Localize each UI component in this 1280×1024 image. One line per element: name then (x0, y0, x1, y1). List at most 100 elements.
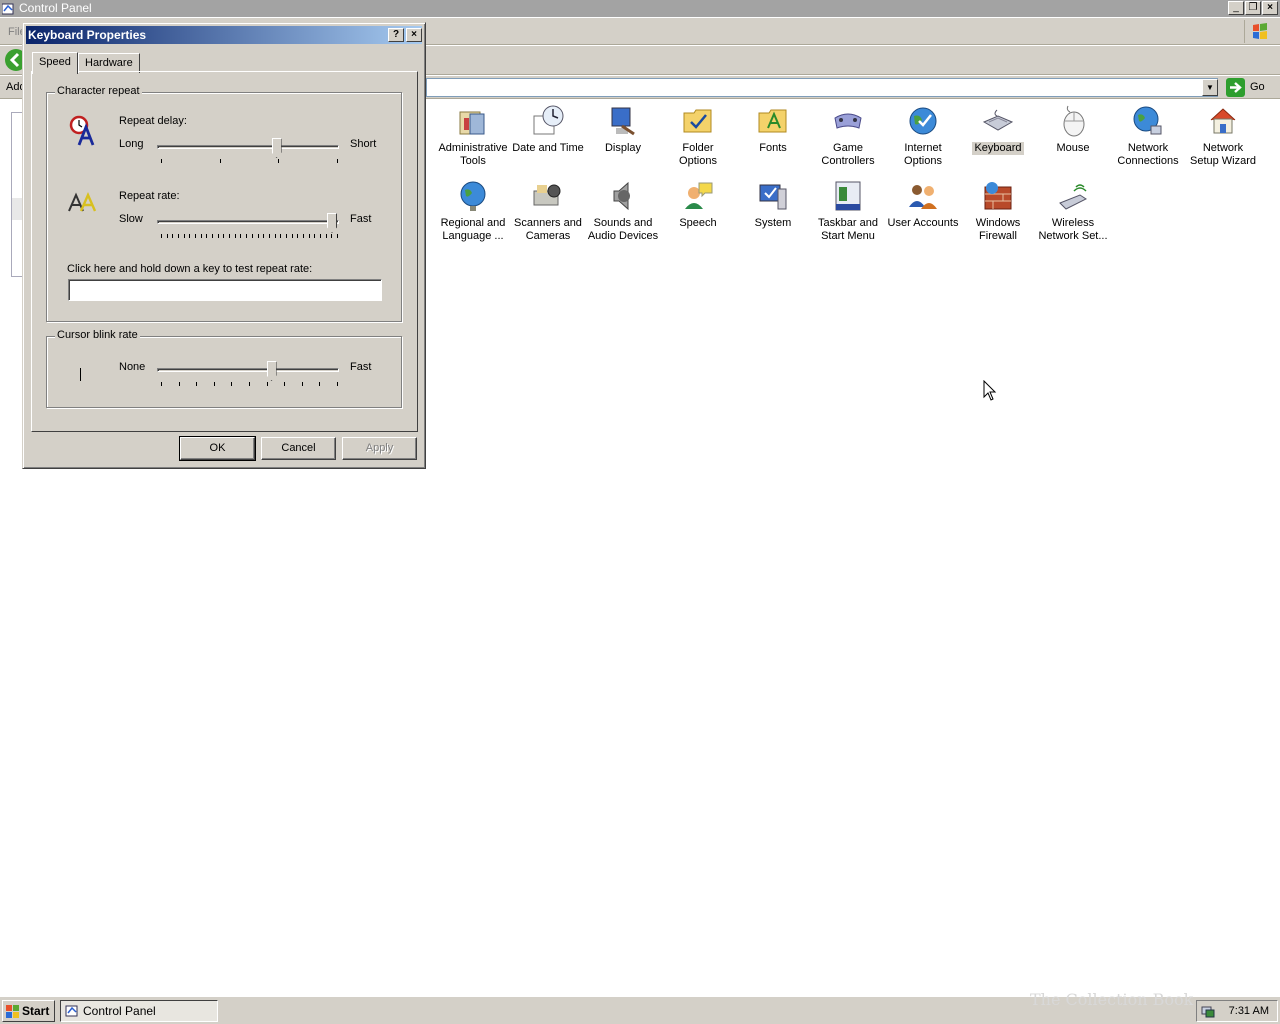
slider-tick (278, 159, 280, 163)
item-label: Network Connections (1117, 142, 1179, 167)
slider-tick (319, 382, 321, 386)
minimize-button[interactable]: _ (1228, 1, 1244, 15)
start-button[interactable]: Start (2, 1000, 55, 1022)
item-label: Display (604, 142, 642, 154)
slider-tick (291, 234, 293, 238)
start-label: Start (22, 1004, 50, 1018)
item-user-accounts[interactable]: User Accounts (885, 179, 961, 230)
cursor-preview (80, 368, 81, 381)
slider-tick (285, 234, 287, 238)
repeat-delay-label: Repeat delay: (119, 115, 187, 127)
item-scanners-and-cameras[interactable]: Scanners and Cameras (510, 179, 586, 243)
speed-tab-panel: Character repeat Repeat delay: Long Shor… (31, 71, 418, 432)
item-label: Fonts (759, 142, 787, 154)
cursor-blink-group: Cursor blink rate None Fast (46, 329, 402, 408)
item-keyboard[interactable]: Keyboard (960, 104, 1036, 155)
item-internet-options[interactable]: Internet Options (885, 104, 961, 168)
cursor-blink-max-label: Fast (350, 361, 372, 373)
apply-button[interactable]: Apply (342, 437, 417, 460)
item-mouse[interactable]: Mouse (1035, 104, 1111, 155)
item-label: System (754, 217, 792, 229)
address-input[interactable] (426, 78, 1218, 97)
item-label: Windows Firewall (975, 217, 1021, 242)
mouse-icon (1063, 105, 1085, 137)
ok-button[interactable]: OK (179, 436, 256, 461)
dialog-titlebar: Keyboard Properties ? × (26, 26, 422, 44)
repeat-delay-ticks (161, 159, 338, 164)
item-wireless-network-setup[interactable]: Wireless Network Set... (1035, 179, 1111, 243)
item-network-connections[interactable]: Network Connections (1110, 104, 1186, 168)
item-administrative-tools[interactable]: Administrative Tools (435, 104, 511, 168)
slider-tick (301, 382, 303, 386)
slider-tick (161, 234, 162, 238)
item-label: Administrative Tools (438, 142, 508, 167)
repeat-rate-label: Repeat rate: (119, 190, 180, 202)
address-dropdown-button[interactable]: ▼ (1202, 79, 1218, 96)
item-label: Keyboard (972, 142, 1024, 155)
window-title: Control Panel (19, 1, 92, 15)
dialog-close-button[interactable]: × (406, 28, 422, 42)
slider-tick (172, 234, 174, 238)
item-taskbar-and-start-menu[interactable]: Taskbar and Start Menu (810, 179, 886, 243)
display-icon (611, 107, 635, 136)
restore-button[interactable]: ❐ (1245, 1, 1261, 15)
clock[interactable]: 7:31 AM (1229, 1005, 1269, 1017)
wireless-icon (1059, 184, 1087, 210)
item-regional-and-language[interactable]: Regional and Language ... (435, 179, 511, 243)
watermark: The Collection Book (1030, 990, 1194, 1009)
slider-tick (189, 234, 191, 238)
repeat-delay-max-label: Short (350, 138, 377, 150)
help-button[interactable]: ? (388, 28, 404, 42)
slider-tick (166, 234, 168, 238)
repeat-delay-track (157, 145, 339, 149)
item-sounds-and-audio[interactable]: Sounds and Audio Devices (585, 179, 661, 243)
item-label: Mouse (1056, 142, 1090, 154)
item-system[interactable]: System (735, 179, 811, 230)
go-button[interactable]: Go (1226, 78, 1270, 97)
control-panel-titlebar: Control Panel _ ❐ × (0, 0, 1280, 17)
slider-tick (200, 234, 202, 238)
slider-tick (284, 382, 286, 386)
windows-flag-icon (6, 1005, 19, 1018)
item-folder-options[interactable]: Folder Options (660, 104, 736, 168)
item-label: Network Setup Wizard (1189, 142, 1257, 167)
fonts-icon (758, 109, 787, 133)
item-label: Speech (679, 217, 717, 229)
item-label: Scanners and Cameras (514, 217, 582, 242)
tab-hardware[interactable]: Hardware (78, 53, 140, 73)
item-game-controllers[interactable]: Game Controllers (810, 104, 886, 168)
slider-tick (297, 234, 299, 238)
slider-tick (223, 234, 225, 238)
item-network-setup-wizard[interactable]: Network Setup Wizard (1185, 104, 1261, 168)
regional-icon (460, 181, 486, 211)
user-accounts-icon (909, 185, 937, 209)
item-windows-firewall[interactable]: Windows Firewall (960, 179, 1036, 243)
item-speech[interactable]: Speech (660, 179, 736, 230)
taskbar-button-control-panel[interactable]: Control Panel (60, 1000, 218, 1022)
item-label: Folder Options (679, 142, 717, 167)
item-fonts[interactable]: Fonts (735, 104, 811, 155)
slider-tick (274, 234, 276, 238)
item-date-and-time[interactable]: Date and Time (510, 104, 586, 155)
go-label: Go (1250, 81, 1265, 93)
slider-tick (213, 382, 215, 386)
go-arrow-icon (1226, 78, 1245, 97)
slider-tick (314, 234, 316, 238)
item-label: Regional and Language ... (440, 217, 506, 242)
slider-tick (251, 234, 253, 238)
tab-speed[interactable]: Speed (32, 52, 78, 74)
repeat-rate-slider[interactable] (327, 213, 337, 233)
item-label: Date and Time (512, 142, 584, 154)
control-panel-icon (65, 1005, 78, 1017)
test-repeat-input[interactable] (68, 279, 382, 301)
network-tray-icon[interactable] (1201, 1004, 1215, 1018)
repeat-rate-icon (68, 192, 97, 212)
item-display[interactable]: Display (585, 104, 661, 155)
slider-tick (337, 382, 338, 386)
cursor-blink-slider[interactable] (266, 361, 277, 381)
slider-tick (178, 382, 180, 386)
repeat-delay-slider[interactable] (271, 138, 282, 158)
windows-logo-icon (1244, 20, 1274, 43)
close-button[interactable]: × (1262, 1, 1278, 15)
cancel-button[interactable]: Cancel (261, 437, 336, 460)
